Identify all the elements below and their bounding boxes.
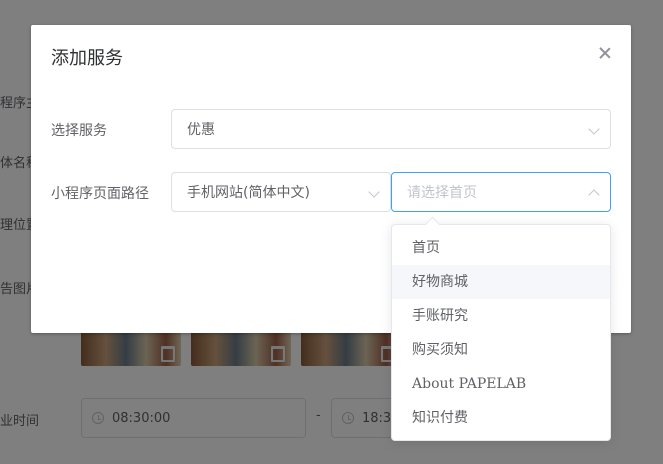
dropdown-option-shop[interactable]: 好物商城 [392, 265, 610, 299]
dropdown-option-journal-research[interactable]: 手账研究 [392, 299, 610, 333]
service-select-value: 优惠 [187, 122, 215, 138]
close-icon[interactable] [597, 45, 613, 61]
page-select-placeholder: 请选择首页 [407, 185, 477, 201]
dialog-title: 添加服务 [51, 48, 123, 69]
dropdown-option-about[interactable]: About PAPELAB [392, 367, 610, 401]
dropdown-option-paid-knowledge[interactable]: 知识付费 [392, 401, 610, 435]
chevron-up-icon [588, 189, 600, 201]
chevron-down-icon [588, 123, 600, 135]
page-select[interactable]: 请选择首页 [391, 172, 611, 212]
site-select[interactable]: 手机网站(简体中文) [171, 172, 391, 212]
dropdown-option-purchase-notes[interactable]: 购买须知 [392, 333, 610, 367]
service-select[interactable]: 优惠 [171, 109, 611, 149]
chevron-down-icon [368, 186, 380, 198]
service-label: 选择服务 [51, 123, 107, 139]
dropdown-option-home[interactable]: 首页 [392, 231, 610, 265]
page-path-label: 小程序页面路径 [51, 186, 149, 202]
page-select-dropdown: 首页 好物商城 手账研究 购买须知 About PAPELAB 知识付费 [391, 224, 611, 441]
site-select-value: 手机网站(简体中文) [187, 185, 310, 201]
